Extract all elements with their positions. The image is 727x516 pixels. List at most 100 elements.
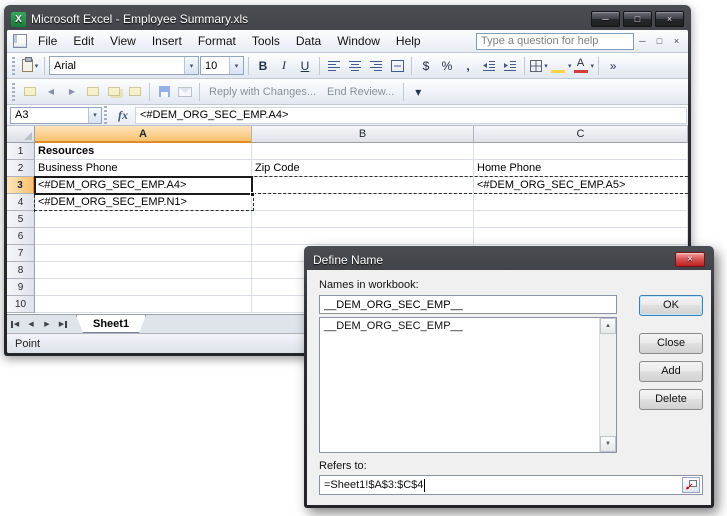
previous-sheet-button[interactable]: ◀ <box>23 315 39 333</box>
row-header-1[interactable]: 1 <box>7 143 35 160</box>
next-sheet-button[interactable]: ▶ <box>39 315 55 333</box>
fill-color-button[interactable]: ▾ <box>550 56 572 76</box>
dialog-title-bar[interactable]: Define Name × <box>307 249 711 270</box>
toolbar-grip[interactable] <box>12 57 15 75</box>
formula-input[interactable]: <#DEM_ORG_SEC_EMP.A4> <box>135 107 687 124</box>
row-header-9[interactable]: 9 <box>7 279 35 296</box>
underline-button[interactable]: U <box>295 56 315 76</box>
show-comment-button[interactable] <box>83 82 103 102</box>
show-all-comments-button[interactable] <box>104 82 124 102</box>
cell-A9[interactable] <box>35 279 252 296</box>
cell-A6[interactable] <box>35 228 252 245</box>
column-header-B[interactable]: B <box>252 126 474 143</box>
font-name-combo[interactable]: Arial ▾ <box>49 56 199 75</box>
cell-A8[interactable] <box>35 262 252 279</box>
column-header-C[interactable]: C <box>474 126 688 143</box>
menu-edit[interactable]: Edit <box>65 31 102 51</box>
ok-button[interactable]: OK <box>639 295 703 316</box>
delete-comment-button[interactable] <box>125 82 145 102</box>
sheet-tab-sheet1[interactable]: Sheet1 <box>76 315 146 333</box>
edit-comment-button[interactable] <box>20 82 40 102</box>
close-button[interactable]: × <box>655 11 684 27</box>
menu-data[interactable]: Data <box>288 31 329 51</box>
cell-B1[interactable] <box>252 143 474 160</box>
end-review-button[interactable]: End Review... <box>322 86 399 98</box>
comma-style-button[interactable]: , <box>458 56 478 76</box>
percent-button[interactable]: % <box>437 56 457 76</box>
row-header-8[interactable]: 8 <box>7 262 35 279</box>
previous-comment-button[interactable]: ◀ <box>41 82 61 102</box>
cell-B6[interactable] <box>252 228 474 245</box>
row-header-6[interactable]: 6 <box>7 228 35 245</box>
toolbar-grip[interactable] <box>12 83 15 101</box>
cell-A3[interactable]: <#DEM_ORG_SEC_EMP.A4> <box>35 177 252 194</box>
cell-B3[interactable] <box>252 177 474 194</box>
row-header-10[interactable]: 10 <box>7 296 35 313</box>
cell-C1[interactable] <box>474 143 688 160</box>
align-right-button[interactable] <box>366 56 386 76</box>
scroll-down-icon[interactable]: ▼ <box>600 436 616 452</box>
chevron-down-icon[interactable]: ▾ <box>88 108 101 123</box>
row-header-3[interactable]: 3 <box>7 177 35 194</box>
cell-A7[interactable] <box>35 245 252 262</box>
merge-center-button[interactable] <box>387 56 407 76</box>
menu-help[interactable]: Help <box>388 31 429 51</box>
cell-B4[interactable] <box>252 194 474 211</box>
first-sheet-button[interactable]: ◀ <box>7 315 23 333</box>
next-comment-button[interactable]: ▶ <box>62 82 82 102</box>
close-button[interactable]: Close <box>639 333 703 354</box>
row-header-7[interactable]: 7 <box>7 245 35 262</box>
chevron-down-icon[interactable]: ▾ <box>229 57 243 74</box>
row-header-4[interactable]: 4 <box>7 194 35 211</box>
font-size-combo[interactable]: 10 ▾ <box>200 56 244 75</box>
workbook-restore-button[interactable]: □ <box>652 34 667 49</box>
last-sheet-button[interactable]: ▶ <box>55 315 71 333</box>
cell-B2[interactable]: Zip Code <box>252 160 474 177</box>
cell-A5[interactable] <box>35 211 252 228</box>
toolbar-options-button[interactable]: ▾ <box>408 82 428 102</box>
row-header-5[interactable]: 5 <box>7 211 35 228</box>
menu-window[interactable]: Window <box>329 31 388 51</box>
workbook-close-button[interactable]: × <box>669 34 684 49</box>
cell-A4[interactable]: <#DEM_ORG_SEC_EMP.N1> <box>35 194 252 211</box>
name-box[interactable]: A3 ▾ <box>10 107 102 124</box>
menu-file[interactable]: File <box>30 31 65 51</box>
decrease-indent-button[interactable] <box>479 56 499 76</box>
range-picker-button[interactable] <box>682 477 700 493</box>
delete-button[interactable]: Delete <box>639 389 703 410</box>
font-color-button[interactable]: A ▾ <box>573 56 595 76</box>
workbook-minimize-button[interactable]: ─ <box>635 34 650 49</box>
cell-B5[interactable] <box>252 211 474 228</box>
cell-A2[interactable]: Business Phone <box>35 160 252 177</box>
name-input[interactable] <box>319 295 617 314</box>
menu-insert[interactable]: Insert <box>144 31 190 51</box>
increase-indent-button[interactable] <box>500 56 520 76</box>
listbox-scrollbar[interactable]: ▲ ▼ <box>599 318 616 452</box>
title-bar[interactable]: X Microsoft Excel - Employee Summary.xls… <box>7 8 688 30</box>
cell-C5[interactable] <box>474 211 688 228</box>
send-to-mail-button[interactable] <box>175 82 195 102</box>
reply-with-changes-button[interactable]: Reply with Changes... <box>204 86 321 98</box>
add-button[interactable]: Add <box>639 361 703 382</box>
help-question-input[interactable] <box>476 33 634 50</box>
formula-bar-grip[interactable] <box>104 106 107 124</box>
dialog-close-button[interactable]: × <box>675 252 705 267</box>
list-item[interactable]: __DEM_ORG_SEC_EMP__ <box>320 318 616 334</box>
select-all-corner[interactable] <box>7 126 35 143</box>
update-file-button[interactable] <box>154 82 174 102</box>
minimize-button[interactable]: ─ <box>591 11 620 27</box>
scroll-up-icon[interactable]: ▲ <box>600 318 616 334</box>
italic-button[interactable]: I <box>274 56 294 76</box>
refers-to-input[interactable]: =Sheet1!$A$3:$C$4 <box>319 475 703 495</box>
borders-button[interactable]: ▾ <box>529 56 549 76</box>
align-left-button[interactable] <box>324 56 344 76</box>
cell-C2[interactable]: Home Phone <box>474 160 688 177</box>
names-listbox[interactable]: __DEM_ORG_SEC_EMP__ ▲ ▼ <box>319 317 617 453</box>
row-header-2[interactable]: 2 <box>7 160 35 177</box>
insert-function-icon[interactable]: fx <box>111 108 135 123</box>
menu-view[interactable]: View <box>102 31 144 51</box>
column-header-A[interactable]: A <box>35 126 252 143</box>
menu-format[interactable]: Format <box>190 31 244 51</box>
currency-button[interactable]: $ <box>416 56 436 76</box>
fill-handle[interactable] <box>250 192 255 197</box>
